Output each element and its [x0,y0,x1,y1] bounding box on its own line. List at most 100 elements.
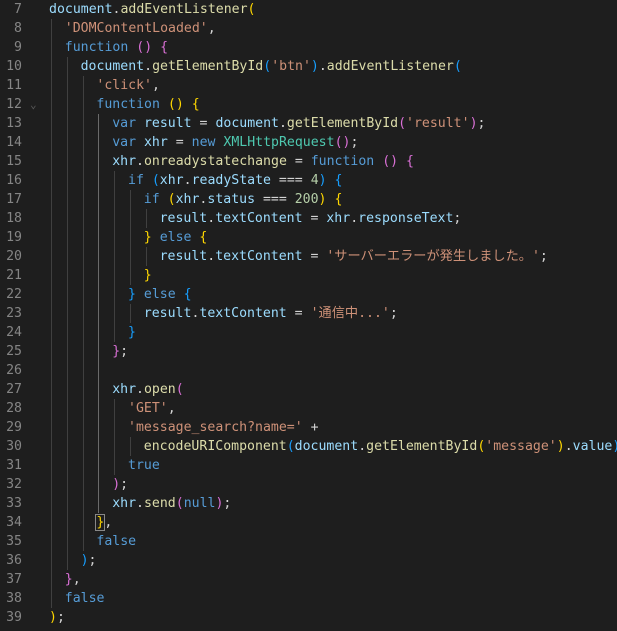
code-token: . [318,59,327,74]
line-number: 16 [6,173,22,188]
code-line[interactable]: 36); [0,551,617,570]
indent-guide [82,437,84,456]
code-line[interactable]: 32); [0,475,617,494]
line-number: 25 [6,344,22,359]
code-token: { [160,40,169,55]
code-line[interactable]: 37}, [0,570,617,589]
code-token: readyState [191,173,271,188]
code-line[interactable]: 25}; [0,342,617,361]
code-text: } else { [144,228,208,247]
code-line[interactable]: 39); [0,608,617,627]
indent-guide [82,494,84,513]
code-line[interactable]: 15 xhr.onreadystatechange = function () { [0,152,617,171]
indent-guide [98,152,100,171]
indent-guide [51,190,52,209]
code-token: ) [310,59,319,74]
line-number: 12 [6,97,22,112]
line-number: 21 [6,268,22,283]
indent-guide [51,95,52,114]
code-line[interactable]: 7 document.addEventListener( [0,0,617,19]
code-line[interactable]: 18 result.textContent = xhr.responseText; [0,209,617,228]
code-token: 'click' [96,78,152,93]
code-line[interactable]: 9 function () { [0,38,617,57]
code-token: ; [56,610,65,625]
code-text: function () { [65,38,168,57]
code-line[interactable]: 30 encodeURIComponent(document.getElement… [0,437,617,456]
code-token: = [286,306,311,321]
code-text: ); [81,551,97,570]
code-token: ( [167,192,176,207]
code-token: === [255,192,295,207]
code-token: xhr [159,173,184,188]
code-token: xhr [112,154,137,169]
code-token: } [143,268,152,283]
code-token: ( [247,2,256,17]
indent-guide [66,437,68,456]
indent-guide [98,133,100,152]
code-line[interactable]: 38 false [0,589,617,608]
code-token: ; [453,211,462,226]
indent-guide [98,494,100,513]
code-line[interactable]: 10 document.getElementById('btn').addEven… [0,57,617,76]
code-line[interactable]: 35 false [0,532,617,551]
code-token: getElementById [286,116,399,131]
code-line[interactable]: 19} else { [0,228,617,247]
indent-guide [51,171,52,190]
code-line[interactable]: 8 'DOMContentLoaded', [0,19,617,38]
code-line[interactable]: 14 var xhr = new XMLHttpRequest(); [0,133,617,152]
code-line[interactable]: 23 result.textContent = '通信中...'; [0,304,617,323]
indent-guide [66,551,68,570]
code-line[interactable]: 34}, [0,513,617,532]
code-line[interactable]: 17 if (xhr.status === 200) { [0,190,617,209]
code-line[interactable]: 33 xhr.send(null); [0,494,617,513]
indent-guide [82,76,84,95]
code-token: . [278,116,287,131]
code-token: . [136,496,144,511]
code-line[interactable]: 24} [0,323,617,342]
code-line[interactable]: 13 var result = document.getElementById('… [0,114,617,133]
code-token: 'サーバーエラーが発生しました。' [326,249,540,264]
code-line[interactable]: 28 'GET', [0,399,617,418]
indent-guide [66,532,68,551]
code-token: } [64,572,73,587]
code-editor[interactable]: 7 document.addEventListener(8 'DOMContentL… [0,0,617,631]
line-number: 11 [6,78,22,93]
line-number: 28 [6,401,22,416]
line-number: 15 [6,154,22,169]
code-line[interactable]: 12 ⌄ function () { [0,95,617,114]
code-text: result.textContent = xhr.responseText; [160,209,462,228]
code-token: '通信中...' [310,306,390,321]
indent-guide [51,399,52,418]
code-token: addEventListener [326,59,454,74]
code-line[interactable]: 31 true [0,456,617,475]
code-line[interactable]: 16 if (xhr.readyState === 4) { [0,171,617,190]
code-line[interactable]: 27 xhr.open( [0,380,617,399]
line-number: 17 [6,192,22,207]
code-token: . [136,154,144,169]
code-token: = [286,154,311,169]
indent-guide [51,133,52,152]
code-line[interactable]: 20 result.textContent = 'サーバーエラーが発生しました。'… [0,247,617,266]
code-token: document [80,59,145,74]
indent-guide [66,285,68,304]
code-line[interactable]: 21} [0,266,617,285]
code-token: { [183,287,192,302]
code-token: XMLHttpRequest [223,135,335,150]
code-token: xhr [112,496,137,511]
fold-chevron-icon[interactable]: ⌄ [30,95,37,114]
code-text: if (xhr.readyState === 4) { [128,171,343,190]
code-line[interactable]: 11 'click', [0,76,617,95]
code-line[interactable]: 29 'message_search?name=' + [0,418,617,437]
code-line[interactable]: 22} else { [0,285,617,304]
code-token: 4 [310,173,319,188]
code-line[interactable]: 26 [0,361,617,380]
indent-guide [145,209,147,228]
code-token: false [64,591,105,606]
code-token: xhr [326,211,351,226]
code-token: ; [389,306,398,321]
